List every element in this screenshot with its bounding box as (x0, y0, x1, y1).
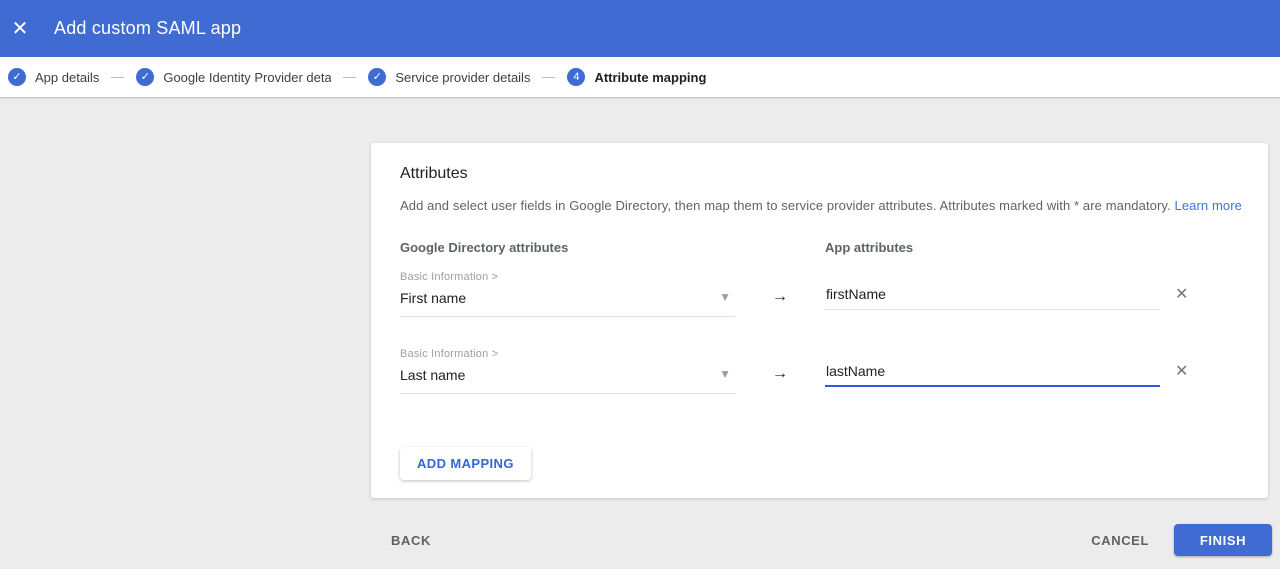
step-separator (542, 76, 556, 78)
step-label: Google Identity Provider details (163, 69, 332, 85)
check-icon: ✓ (12, 70, 22, 83)
google-directory-attributes-header: Google Directory attributes (400, 240, 569, 255)
attribute-mapping-card: Attributes Add and select user fields in… (371, 143, 1268, 498)
learn-more-link[interactable]: Learn more (1175, 198, 1242, 213)
add-mapping-button[interactable]: ADD MAPPING (400, 447, 531, 480)
finish-button[interactable]: FINISH (1174, 524, 1272, 556)
select-value: First name (400, 290, 467, 306)
mapping-rows: Basic Information > First name ▼ → ✕ Bas… (400, 271, 1268, 394)
close-icon[interactable]: ✕ (2, 19, 38, 39)
dialog-header: ✕ Add custom SAML app (0, 0, 1280, 57)
column-headers: Google Directory attributes App attribut… (400, 240, 1268, 255)
arrow-right-icon: → (772, 288, 788, 305)
select-category-label: Basic Information > (400, 348, 499, 360)
step-complete-icon: ✓ (8, 68, 26, 86)
app-attribute-input[interactable] (825, 363, 1160, 387)
dropdown-arrow-icon: ▼ (719, 290, 731, 304)
dropdown-arrow-icon: ▼ (719, 367, 731, 381)
step-service-provider-details[interactable]: ✓ Service provider details (368, 68, 530, 86)
section-description: Add and select user fields in Google Dir… (400, 198, 1268, 213)
description-text: Add and select user fields in Google Dir… (400, 198, 1171, 213)
footer-right-actions: CANCEL FINISH (1091, 524, 1272, 556)
dialog-footer: BACK CANCEL FINISH (0, 524, 1280, 556)
wizard-stepper: ✓ App details ✓ Google Identity Provider… (0, 57, 1280, 98)
remove-mapping-icon[interactable]: ✕ (1175, 271, 1188, 303)
remove-mapping-icon[interactable]: ✕ (1175, 348, 1188, 380)
check-icon: ✓ (372, 70, 382, 83)
step-label: Service provider details (395, 69, 531, 85)
cancel-button[interactable]: CANCEL (1091, 533, 1149, 548)
step-complete-icon: ✓ (136, 68, 155, 86)
mapping-row: Basic Information > Last name ▼ → ✕ (400, 348, 1268, 394)
step-label: Attribute mapping (594, 69, 707, 85)
app-attribute-field-wrap (825, 348, 1160, 387)
step-number: 4 (573, 70, 580, 83)
select-category-label: Basic Information > (400, 271, 499, 283)
app-attribute-input[interactable] (825, 286, 1160, 310)
step-complete-icon: ✓ (368, 68, 387, 86)
mapping-row: Basic Information > First name ▼ → ✕ (400, 271, 1268, 317)
step-app-details[interactable]: ✓ App details (8, 68, 99, 86)
step-separator (343, 76, 357, 78)
directory-attribute-select[interactable]: Basic Information > Last name ▼ (400, 348, 735, 394)
section-title: Attributes (400, 165, 468, 182)
step-number-badge: 4 (567, 68, 586, 86)
arrow-right-icon: → (772, 365, 788, 382)
app-attribute-field-wrap (825, 271, 1160, 310)
step-label: App details (35, 69, 100, 85)
app-attributes-header: App attributes (825, 240, 914, 255)
step-separator (111, 76, 125, 78)
back-button[interactable]: BACK (391, 533, 431, 548)
directory-attribute-select[interactable]: Basic Information > First name ▼ (400, 271, 735, 317)
select-value: Last name (400, 367, 466, 383)
step-google-idp-details[interactable]: ✓ Google Identity Provider details (136, 68, 331, 86)
dialog-title: Add custom SAML app (54, 18, 242, 38)
step-attribute-mapping[interactable]: 4 Attribute mapping (567, 68, 706, 86)
check-icon: ✓ (140, 70, 150, 83)
